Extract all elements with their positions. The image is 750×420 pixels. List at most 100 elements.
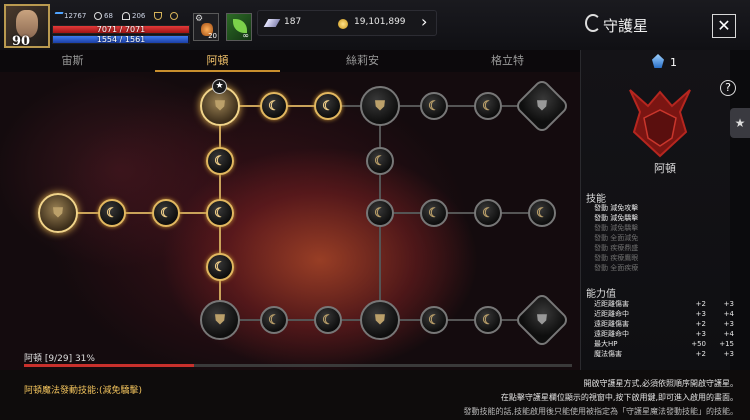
skills-title: 技能	[586, 194, 606, 205]
note-line-3: 發動技能的話,技能啟用後只能使用被指定為「守護星魔法發動技能」的技能。	[463, 407, 738, 416]
player-level: 90	[12, 34, 31, 49]
shield-icon: ⛊	[53, 205, 63, 221]
window-title: 守護星	[603, 17, 649, 35]
skill-item: 發動 減免驕擊	[594, 214, 639, 222]
stat-row: 遠距離傷害 +2 +3	[594, 320, 738, 328]
gem-count: 187	[284, 17, 302, 27]
node-small[interactable]: ☾	[420, 306, 448, 334]
node-small[interactable]: ☾	[260, 306, 288, 334]
stats-title: 能力值	[586, 289, 616, 300]
node-small[interactable]: ☾	[206, 199, 234, 227]
node-small[interactable]: ☾	[314, 306, 342, 334]
stat-name: 魔法傷害	[594, 350, 622, 358]
node-small[interactable]: ☾	[366, 147, 394, 175]
currency-bar: 187 19,101,899 ›	[257, 10, 437, 36]
stat-name: 最大HP	[594, 340, 618, 348]
tab-zeus[interactable]: 宙斯	[0, 50, 145, 72]
moon-icon: ☾	[428, 312, 440, 328]
node-small[interactable]: ☾	[420, 199, 448, 227]
stat-value-next: +3	[723, 350, 734, 358]
medal-icon	[170, 12, 178, 20]
note-line-1: 開啟守護星方式,必須依照順序開啟守護星。	[583, 379, 738, 388]
node-small[interactable]: ☾	[260, 92, 288, 120]
moon-icon: ☾	[268, 312, 280, 328]
shield-icon: ⛊	[215, 312, 225, 328]
moon-icon: ☾	[374, 205, 386, 221]
moon-icon: ☾	[214, 205, 226, 221]
skill-item: 發動 疾療鷹眼	[594, 254, 639, 262]
node-small[interactable]: ☾	[420, 92, 448, 120]
progress-fill	[24, 364, 194, 367]
shield-icon: ⛊	[537, 98, 547, 114]
mp-text: 1554 / 1561	[96, 35, 146, 44]
stat-value-current: +3	[695, 330, 706, 338]
node-small[interactable]: ☾	[98, 199, 126, 227]
stat-a-value: 12767	[64, 12, 87, 20]
potion-slot[interactable]: ⚙ 20	[193, 13, 219, 41]
moon-icon: ☾	[214, 153, 226, 169]
moon-icon: ☾	[268, 98, 280, 114]
stat-a: 12767	[52, 12, 87, 20]
gold-count: 19,101,899	[354, 17, 406, 27]
moon-icon: ☾	[428, 205, 440, 221]
progress-label: 阿頓 [9/29] 31%	[24, 354, 95, 364]
elixir-slot[interactable]: ∞	[226, 13, 252, 41]
progress-bar	[24, 364, 572, 367]
stat-name: 近距離傷害	[594, 300, 629, 308]
currency-arrow-icon[interactable]: ›	[421, 12, 427, 31]
stat-name: 近距離命中	[594, 310, 629, 318]
stat-row: 近距離命中 +3 +4	[594, 310, 738, 318]
stat-value-current: +2	[695, 350, 706, 358]
node-small[interactable]: ☾	[474, 199, 502, 227]
moon-icon: ☾	[374, 153, 386, 169]
shield-icon: ⛊	[537, 312, 547, 328]
stat-c: 206	[122, 12, 145, 20]
hp-text: 7071 / 7071	[96, 25, 146, 34]
magic-skill-text: 阿頓魔法發動技能:(減免驕擊)	[24, 386, 143, 396]
stat-row: 魔法傷害 +2 +3	[594, 350, 738, 358]
stat-value-next: +15	[719, 340, 734, 348]
skill-item: 發動 疾療鼎盛	[594, 244, 639, 252]
stat-value-next: +3	[723, 320, 734, 328]
moon-icon: ☾	[214, 259, 226, 275]
stat-value-next: +4	[723, 330, 734, 338]
stat-row: 最大HP +50 +15	[594, 340, 738, 348]
help-button[interactable]: ?	[720, 80, 736, 96]
node-small[interactable]: ☾	[528, 199, 556, 227]
node-major[interactable]: ⛊	[38, 193, 78, 233]
note-line-2: 在點擊守護星欄位顯示的視窗中,按下啟用鍵,即可進入啟用的畫面。	[500, 393, 738, 402]
node-small[interactable]: ☾	[152, 199, 180, 227]
star-badge-icon: ★	[212, 79, 227, 94]
stat-b-value: 68	[104, 12, 113, 20]
crest-name: 阿頓	[654, 162, 676, 175]
close-button[interactable]: ✕	[712, 14, 736, 38]
hp-bar: 7071 / 7071	[52, 25, 190, 34]
shield-icon: ⛊	[375, 312, 385, 328]
node-small[interactable]: ☾	[366, 199, 394, 227]
side-tab-star[interactable]: ★	[730, 108, 750, 138]
moon-icon: ☾	[482, 98, 494, 114]
trophy-group	[154, 12, 178, 20]
node-small[interactable]: ☾	[314, 92, 342, 120]
stat-b: 68	[94, 12, 113, 20]
node-small[interactable]: ☾	[206, 147, 234, 175]
tab-grit[interactable]: 格立特	[435, 50, 580, 72]
potion-count: 20	[208, 32, 217, 40]
node-major[interactable]: ⛊	[360, 300, 400, 340]
node-small[interactable]: ☾	[474, 92, 502, 120]
stat-row: 近距離傷害 +2 +3	[594, 300, 738, 308]
stat-value-next: +4	[723, 310, 734, 318]
elixir-label: ∞	[242, 31, 249, 40]
avatar[interactable]: 90	[4, 4, 50, 49]
stat-value-current: +3	[695, 310, 706, 318]
node-major[interactable]: ⛊	[360, 86, 400, 126]
stat-row: 遠距離命中 +3 +4	[594, 330, 738, 338]
node-major[interactable]: ⛊	[200, 300, 240, 340]
tab-aton[interactable]: 阿頓	[145, 50, 290, 72]
moon-icon: ☾	[106, 205, 118, 221]
shield-icon: ⛊	[375, 98, 385, 114]
node-small[interactable]: ☾	[206, 253, 234, 281]
node-small[interactable]: ☾	[474, 306, 502, 334]
tab-silian[interactable]: 絲莉安	[290, 50, 435, 72]
crystal-count: 1	[670, 56, 677, 69]
